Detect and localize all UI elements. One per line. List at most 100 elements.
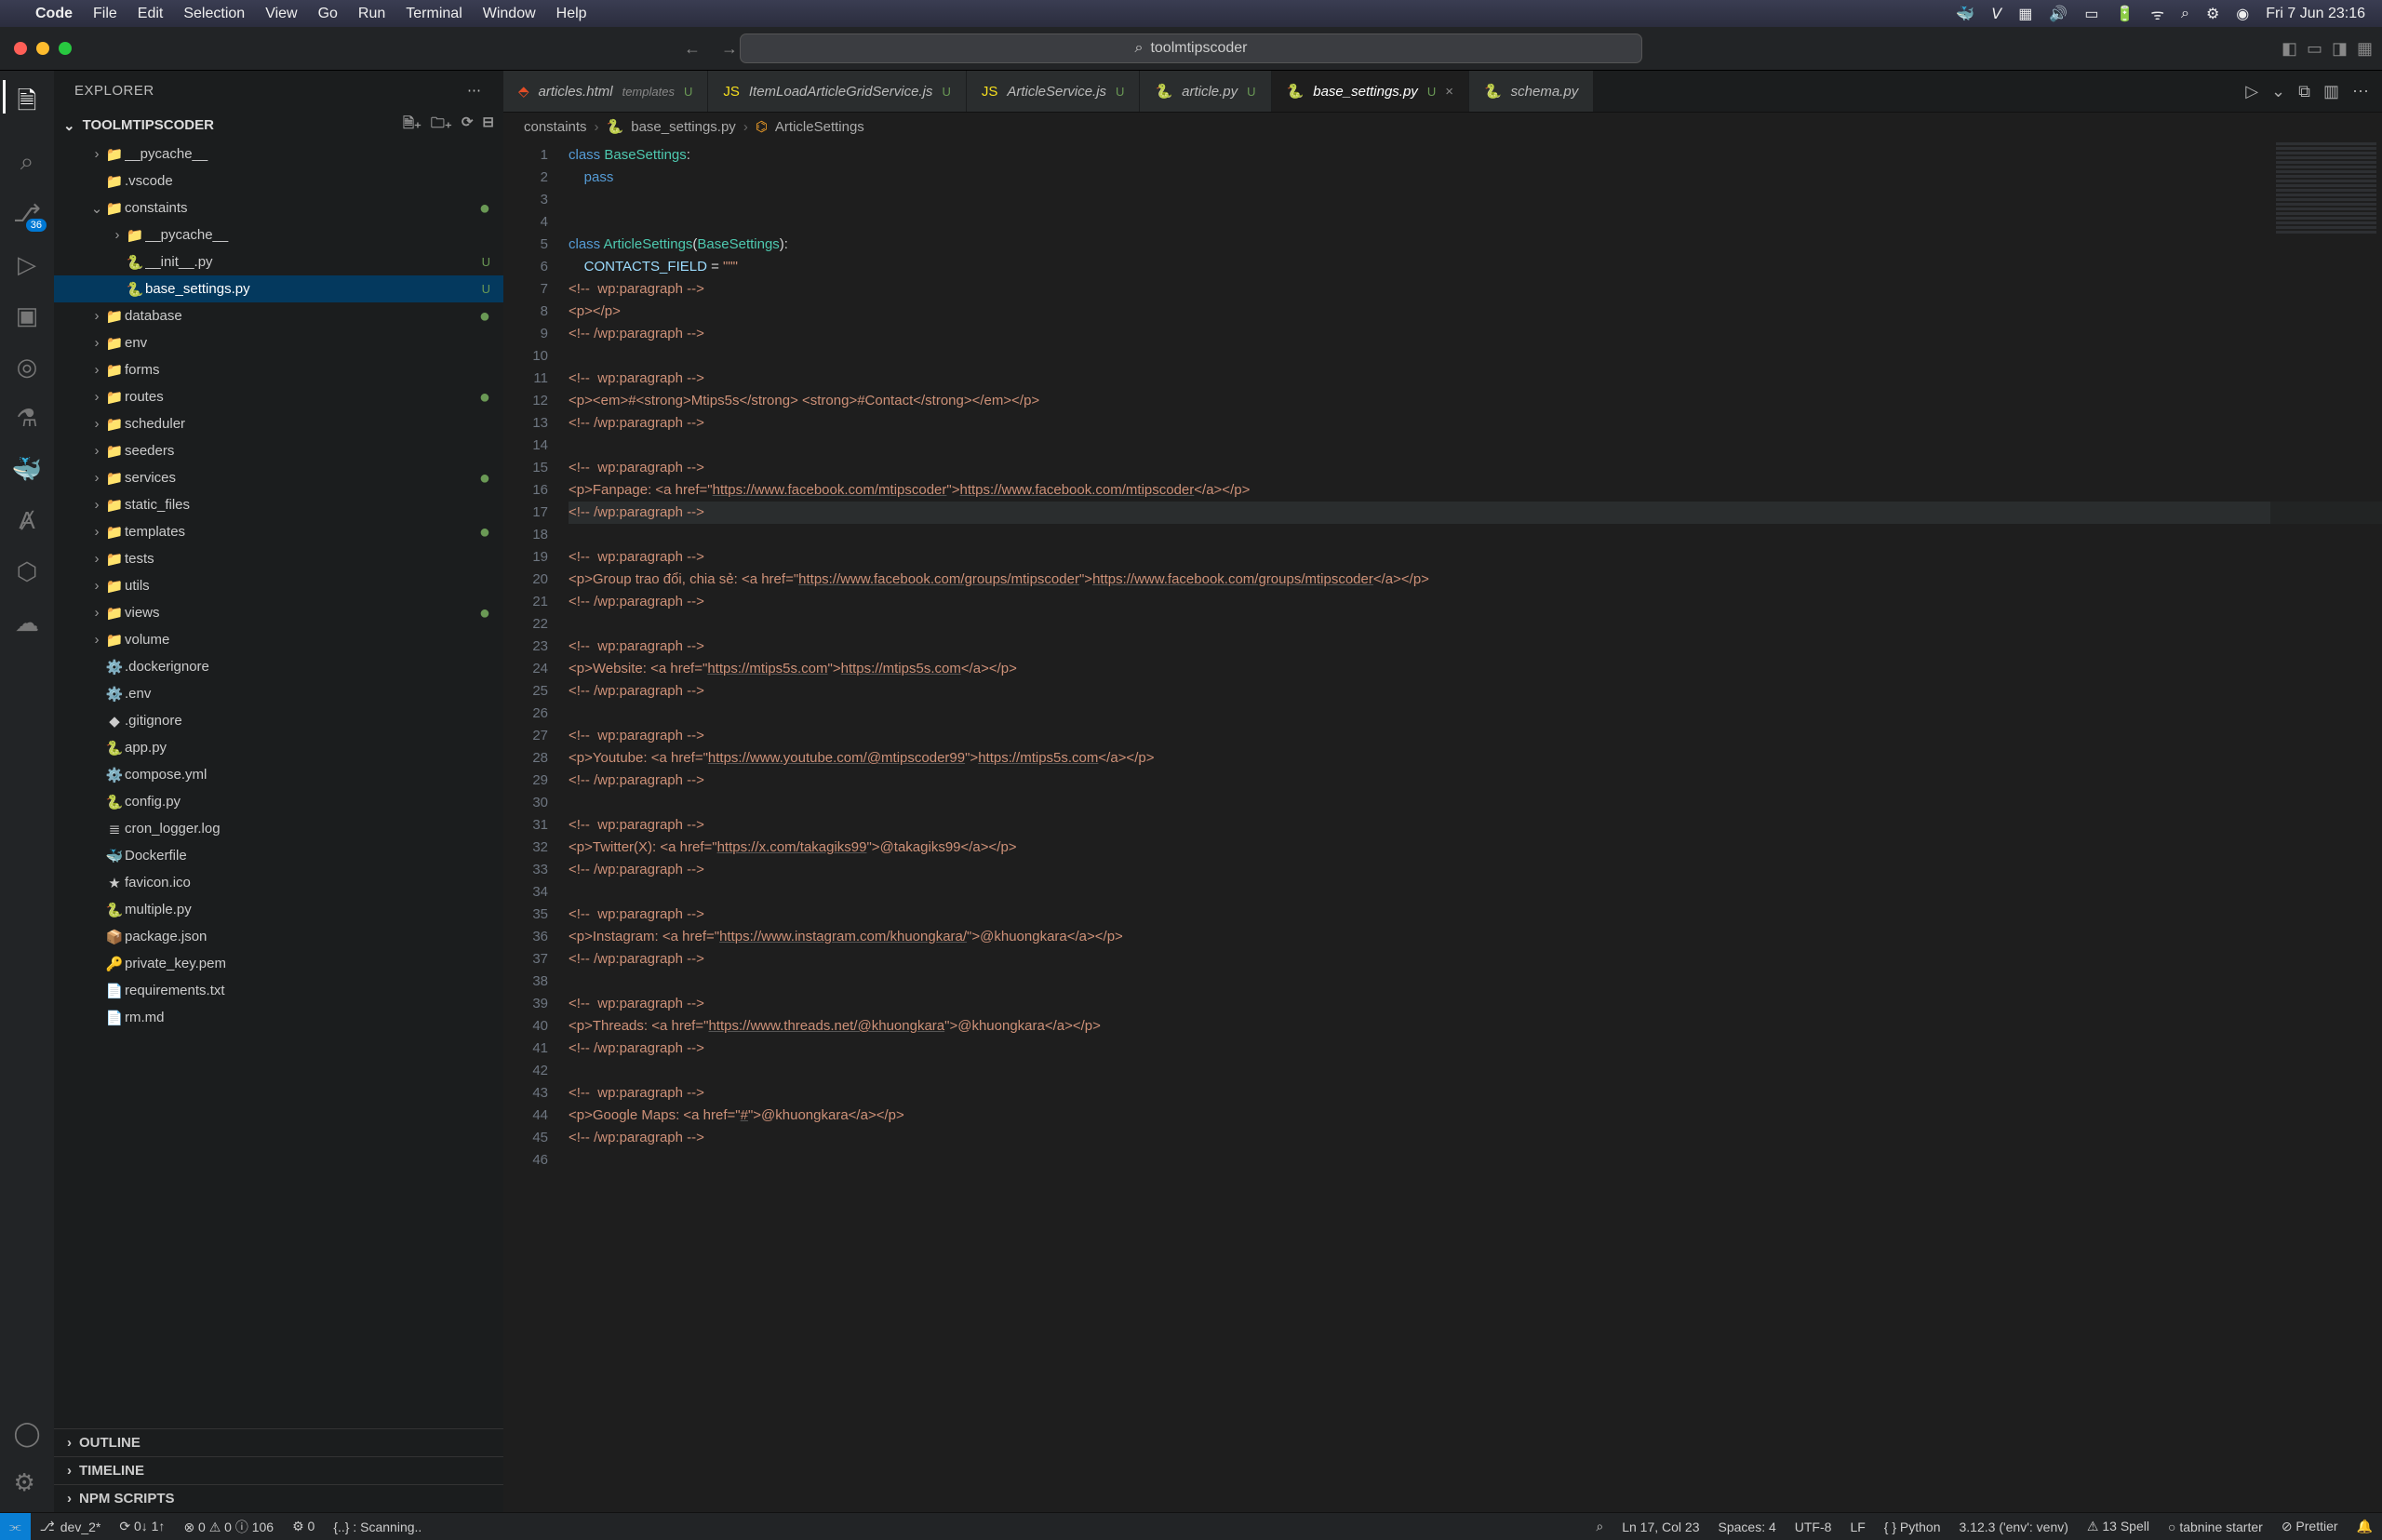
clock[interactable]: Fri 7 Jun 23:16 <box>2266 6 2365 22</box>
activity-testing[interactable]: ⚗ <box>16 404 37 433</box>
editor-tab[interactable]: 🐍schema.py <box>1469 71 1594 112</box>
app-name[interactable]: Code <box>35 6 73 22</box>
run-button[interactable]: ▷ <box>2245 82 2258 101</box>
explorer-more-button[interactable]: ⋯ <box>467 82 483 99</box>
file-item[interactable]: ⚙️.dockerignore <box>54 653 503 680</box>
new-folder-button[interactable]: 🗀₊ <box>431 114 452 137</box>
toggle-sidebar-icon[interactable]: ◧ <box>2282 39 2297 59</box>
nav-back-button[interactable]: ← <box>684 39 701 59</box>
activity-account[interactable]: ◯ <box>13 1419 40 1448</box>
activity-search[interactable]: ⌕ <box>20 147 34 177</box>
nav-forward-button[interactable]: → <box>721 39 738 59</box>
spell-status[interactable]: ⚠ 13 Spell <box>2078 1519 2159 1534</box>
folder-item[interactable]: ›📁views● <box>54 599 503 626</box>
collapse-button[interactable]: ⊟ <box>482 114 494 137</box>
spotlight-icon[interactable]: ⌕ <box>2181 6 2189 22</box>
docker-menubar-icon[interactable]: 🐳 <box>1956 5 1974 23</box>
activity-run[interactable]: ▷ <box>18 250 36 279</box>
folder-item[interactable]: 📁.vscode <box>54 167 503 194</box>
python-env[interactable]: 3.12.3 ('env': venv) <box>1950 1519 2078 1534</box>
indent-status[interactable]: Spaces: 4 <box>1709 1519 1786 1534</box>
refresh-button[interactable]: ⟳ <box>462 114 474 137</box>
menu-help[interactable]: Help <box>556 6 587 22</box>
siri-icon[interactable]: ◉ <box>2236 5 2249 23</box>
activity-item[interactable]: Ⱥ <box>19 506 34 535</box>
folder-item[interactable]: ›📁utils <box>54 572 503 599</box>
file-item[interactable]: ★favicon.ico <box>54 869 503 896</box>
editor-tab[interactable]: JSArticleService.jsU <box>967 71 1141 112</box>
tab-more-button[interactable]: ⋯ <box>2352 82 2369 101</box>
menu-file[interactable]: File <box>93 6 117 22</box>
language-status[interactable]: { } Python <box>1875 1519 1950 1534</box>
folder-item[interactable]: ›📁tests <box>54 545 503 572</box>
minimap[interactable] <box>2270 141 2382 1512</box>
volume-icon[interactable]: 🔊 <box>2049 5 2068 23</box>
new-file-button[interactable]: 🗎₊ <box>403 114 422 137</box>
control-center-icon[interactable]: ⚙ <box>2206 5 2219 23</box>
crumb[interactable]: ArticleSettings <box>775 119 864 135</box>
ports-status[interactable]: ⚙ 0 <box>283 1519 324 1534</box>
activity-settings[interactable]: ⚙ <box>13 1468 40 1497</box>
encoding-status[interactable]: UTF-8 <box>1786 1519 1841 1534</box>
file-item[interactable]: 📦package.json <box>54 923 503 950</box>
menu-edit[interactable]: Edit <box>138 6 164 22</box>
workspace-root[interactable]: ⌄ TOOLMTIPSCODER 🗎₊ 🗀₊ ⟳ ⊟ <box>54 110 503 141</box>
folder-item[interactable]: ›📁seeders <box>54 437 503 464</box>
folder-item[interactable]: ›📁static_files <box>54 491 503 518</box>
notifications-bell[interactable]: 🔔 <box>2348 1519 2382 1534</box>
command-center[interactable]: ⌕ toolmtipscoder <box>740 33 1642 63</box>
file-item[interactable]: 📄requirements.txt <box>54 977 503 1004</box>
crumb[interactable]: base_settings.py <box>631 119 736 135</box>
file-item[interactable]: ⚙️.env <box>54 680 503 707</box>
file-item[interactable]: 🐍__init__.pyU <box>54 248 503 275</box>
menu-run[interactable]: Run <box>358 6 385 22</box>
activity-extensions[interactable]: ▣ <box>16 301 39 330</box>
editor-tab[interactable]: 🐍article.pyU <box>1140 71 1271 112</box>
toggle-panel-icon[interactable]: ▭ <box>2307 39 2322 59</box>
editor-tab[interactable]: JSItemLoadArticleGridService.jsU <box>708 71 966 112</box>
file-item[interactable]: 🔑private_key.pem <box>54 950 503 977</box>
menu-terminal[interactable]: Terminal <box>406 6 462 22</box>
folder-item[interactable]: ›📁database● <box>54 302 503 329</box>
editor-tab[interactable]: ⬘articles.htmltemplatesU <box>503 71 708 112</box>
status-search[interactable]: ⌕ <box>1586 1519 1613 1534</box>
file-item[interactable]: ⚙️compose.yml <box>54 761 503 788</box>
menu-window[interactable]: Window <box>483 6 536 22</box>
code-content[interactable]: class BaseSettings: pass class ArticleSe… <box>561 141 2382 1512</box>
tabnine-status[interactable]: ○ tabnine starter <box>2159 1519 2272 1534</box>
menu-go[interactable]: Go <box>318 6 338 22</box>
window-close-button[interactable] <box>14 42 27 55</box>
status-icon[interactable]: ▦ <box>2018 5 2032 23</box>
folder-item[interactable]: ›📁routes● <box>54 383 503 410</box>
window-maximize-button[interactable] <box>59 42 72 55</box>
file-item[interactable]: 🐍app.py <box>54 734 503 761</box>
timeline-section[interactable]: ›TIMELINE <box>54 1456 503 1484</box>
wifi-icon[interactable]: ᯤ <box>2150 4 2164 24</box>
status-icon[interactable]: 𝘝 <box>1991 5 2001 23</box>
folder-item[interactable]: ›📁forms <box>54 356 503 383</box>
toggle-secondary-icon[interactable]: ◨ <box>2332 39 2348 59</box>
activity-scm[interactable]: ⎇36 <box>13 199 41 228</box>
file-item[interactable]: ◆.gitignore <box>54 707 503 734</box>
menu-view[interactable]: View <box>265 6 297 22</box>
window-minimize-button[interactable] <box>36 42 49 55</box>
folder-item[interactable]: ›📁templates● <box>54 518 503 545</box>
activity-docker[interactable]: 🐳 <box>12 455 42 484</box>
npm-scripts-section[interactable]: ›NPM SCRIPTS <box>54 1484 503 1512</box>
file-item[interactable]: 🐳Dockerfile <box>54 842 503 869</box>
battery-icon[interactable]: 🔋 <box>2115 5 2134 23</box>
code-editor[interactable]: 1234567891011121314151617181920212223242… <box>503 141 2382 1512</box>
file-item[interactable]: 🐍multiple.py <box>54 896 503 923</box>
folder-item[interactable]: ›📁__pycache__ <box>54 221 503 248</box>
tab-close-button[interactable]: × <box>1445 84 1453 100</box>
breadcrumbs[interactable]: constaints› 🐍base_settings.py› ⌬ArticleS… <box>503 113 2382 141</box>
activity-item[interactable]: ⬡ <box>17 557 38 586</box>
split-button[interactable]: ▥ <box>2323 82 2339 101</box>
folder-item[interactable]: ⌄📁constaints● <box>54 194 503 221</box>
file-item[interactable]: ≣cron_logger.log <box>54 815 503 842</box>
problems-status[interactable]: ⊗ 0 ⚠ 0 ⓘ 106 <box>174 1518 283 1536</box>
activity-explorer[interactable]: 🗎 <box>18 84 37 125</box>
folder-item[interactable]: ›📁env <box>54 329 503 356</box>
git-branch[interactable]: ⎇ dev_2* <box>31 1519 111 1534</box>
file-item[interactable]: 📄rm.md <box>54 1004 503 1031</box>
